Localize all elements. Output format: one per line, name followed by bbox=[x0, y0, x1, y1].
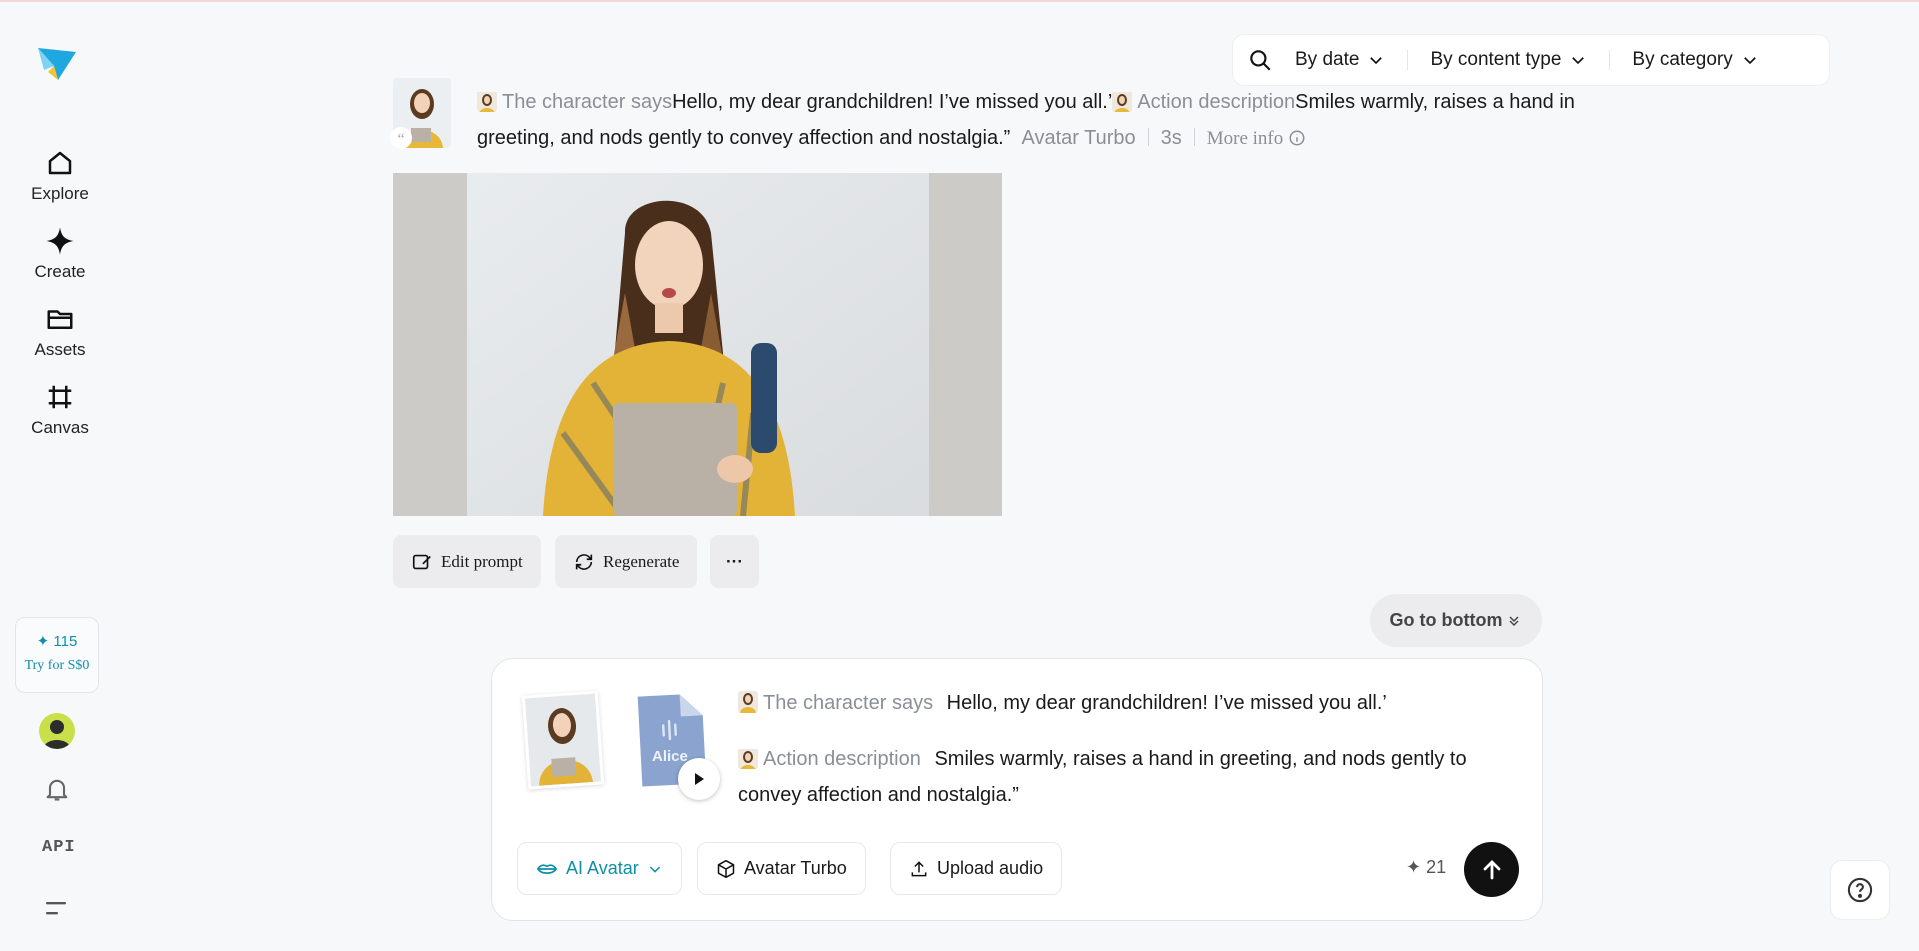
filter-label: By date bbox=[1295, 49, 1360, 70]
help-icon bbox=[1847, 877, 1873, 903]
sidebar-item-label: Assets bbox=[34, 340, 86, 359]
action-description-label: Action description bbox=[763, 748, 921, 770]
avatar[interactable] bbox=[39, 713, 75, 749]
audio-name: Alice bbox=[652, 748, 688, 765]
button-label: AI Avatar bbox=[566, 858, 639, 878]
filter-label: By category bbox=[1632, 49, 1733, 70]
duration: 3s bbox=[1160, 127, 1182, 149]
bell-icon[interactable] bbox=[43, 775, 71, 803]
model-selector-button[interactable]: Avatar Turbo bbox=[697, 842, 866, 895]
filter-by-date[interactable]: By date bbox=[1295, 49, 1385, 71]
message-text: The character saysHello, my dear grandch… bbox=[477, 84, 1617, 157]
character-says-label: The character says bbox=[502, 91, 673, 113]
character-mini-icon bbox=[1112, 90, 1133, 112]
sidebar-item-create[interactable]: Create bbox=[14, 226, 106, 282]
button-label: Go to bottom bbox=[1389, 610, 1503, 630]
lips-icon bbox=[536, 863, 558, 874]
sidebar-item-canvas[interactable]: Canvas bbox=[14, 382, 106, 438]
chevron-down-icon bbox=[1370, 57, 1383, 65]
chevron-down-icon bbox=[1743, 57, 1756, 65]
sidebar-item-label: Explore bbox=[31, 184, 89, 203]
top-accent-line bbox=[0, 0, 1919, 2]
filter-by-category[interactable]: By category bbox=[1632, 49, 1758, 71]
play-icon bbox=[695, 773, 704, 785]
folder-icon bbox=[47, 310, 73, 329]
filter-bar: By date By content type By category bbox=[1232, 34, 1830, 86]
search-icon[interactable] bbox=[1247, 47, 1273, 73]
button-label: Edit prompt bbox=[441, 551, 523, 571]
more-info-link[interactable]: More info bbox=[1207, 128, 1306, 149]
divider bbox=[1193, 128, 1195, 146]
cube-icon bbox=[717, 859, 735, 878]
generated-video-preview[interactable] bbox=[393, 173, 1002, 516]
button-label: Regenerate bbox=[603, 551, 680, 571]
prompt-composer: Alice The character says Hello, my dear … bbox=[491, 658, 1543, 921]
credits-box[interactable]: ✦ 115 Try for S$0 bbox=[15, 617, 99, 693]
divider bbox=[1147, 128, 1149, 146]
sparkle-icon bbox=[46, 227, 74, 255]
refresh-icon bbox=[575, 553, 593, 570]
help-button[interactable] bbox=[1830, 860, 1890, 920]
button-label: Avatar Turbo bbox=[744, 858, 847, 878]
info-icon bbox=[1289, 130, 1305, 146]
sidebar-item-label: Canvas bbox=[31, 418, 89, 437]
sidebar-item-label: Create bbox=[34, 262, 86, 281]
filter-label: By content type bbox=[1430, 49, 1562, 70]
character-image-attachment[interactable] bbox=[521, 690, 605, 790]
play-audio-button[interactable] bbox=[678, 758, 720, 800]
composer-character-says[interactable]: The character says Hello, my dear grandc… bbox=[738, 687, 1387, 719]
divider bbox=[1609, 50, 1611, 70]
arrow-up-icon bbox=[1483, 859, 1500, 879]
button-label: Upload audio bbox=[937, 858, 1044, 878]
double-chevron-down-icon bbox=[1509, 615, 1520, 626]
action-description-label: Action description bbox=[1137, 91, 1296, 113]
quote-icon: “ bbox=[390, 127, 412, 149]
more-options-button[interactable]: ··· bbox=[710, 535, 759, 588]
paper-plane-logo-icon[interactable] bbox=[36, 42, 78, 84]
more-dots-icon: ··· bbox=[726, 551, 743, 571]
credit-cost: ✦ 21 bbox=[1406, 857, 1447, 877]
model-name: Avatar Turbo bbox=[1021, 127, 1136, 149]
upload-icon bbox=[911, 860, 927, 876]
sidebar-item-assets[interactable]: Assets bbox=[14, 304, 106, 360]
regenerate-button[interactable]: Regenerate bbox=[555, 535, 698, 588]
edit-icon bbox=[412, 554, 431, 569]
character-mini-icon bbox=[738, 691, 758, 713]
edit-prompt-button[interactable]: Edit prompt bbox=[393, 535, 541, 588]
character-portrait-icon bbox=[525, 693, 601, 787]
video-frame-image bbox=[393, 173, 1002, 516]
menu-icon[interactable] bbox=[44, 898, 70, 920]
try-cta: Try for S$0 bbox=[24, 658, 90, 673]
character-says-label: The character says bbox=[763, 692, 934, 714]
credits-count: ✦ 115 bbox=[36, 633, 78, 650]
go-to-bottom-button[interactable]: Go to bottom bbox=[1370, 594, 1542, 647]
upload-audio-button[interactable]: Upload audio bbox=[890, 842, 1063, 895]
chevron-down-icon bbox=[1572, 57, 1585, 65]
character-says-text: Hello, my dear grandchildren! I’ve misse… bbox=[672, 91, 1113, 113]
character-says-text: Hello, my dear grandchildren! I’ve misse… bbox=[946, 692, 1387, 714]
sidebar: Explore Create Assets Canvas ✦ 115 Try f… bbox=[0, 0, 118, 951]
character-mini-icon bbox=[477, 90, 497, 112]
api-link[interactable]: API bbox=[42, 838, 76, 857]
crop-icon bbox=[48, 385, 72, 409]
composer-action-description[interactable]: Action description Smiles warmly, raises… bbox=[738, 741, 1518, 813]
home-icon bbox=[48, 151, 72, 175]
chevron-down-icon bbox=[649, 865, 660, 873]
send-button[interactable] bbox=[1464, 842, 1519, 897]
sidebar-item-explore[interactable]: Explore bbox=[14, 148, 106, 204]
divider bbox=[1407, 50, 1409, 70]
character-mini-icon bbox=[738, 747, 758, 769]
mode-selector-button[interactable]: AI Avatar bbox=[517, 842, 682, 895]
user-avatar-icon bbox=[43, 720, 71, 749]
filter-by-content-type[interactable]: By content type bbox=[1430, 49, 1587, 71]
